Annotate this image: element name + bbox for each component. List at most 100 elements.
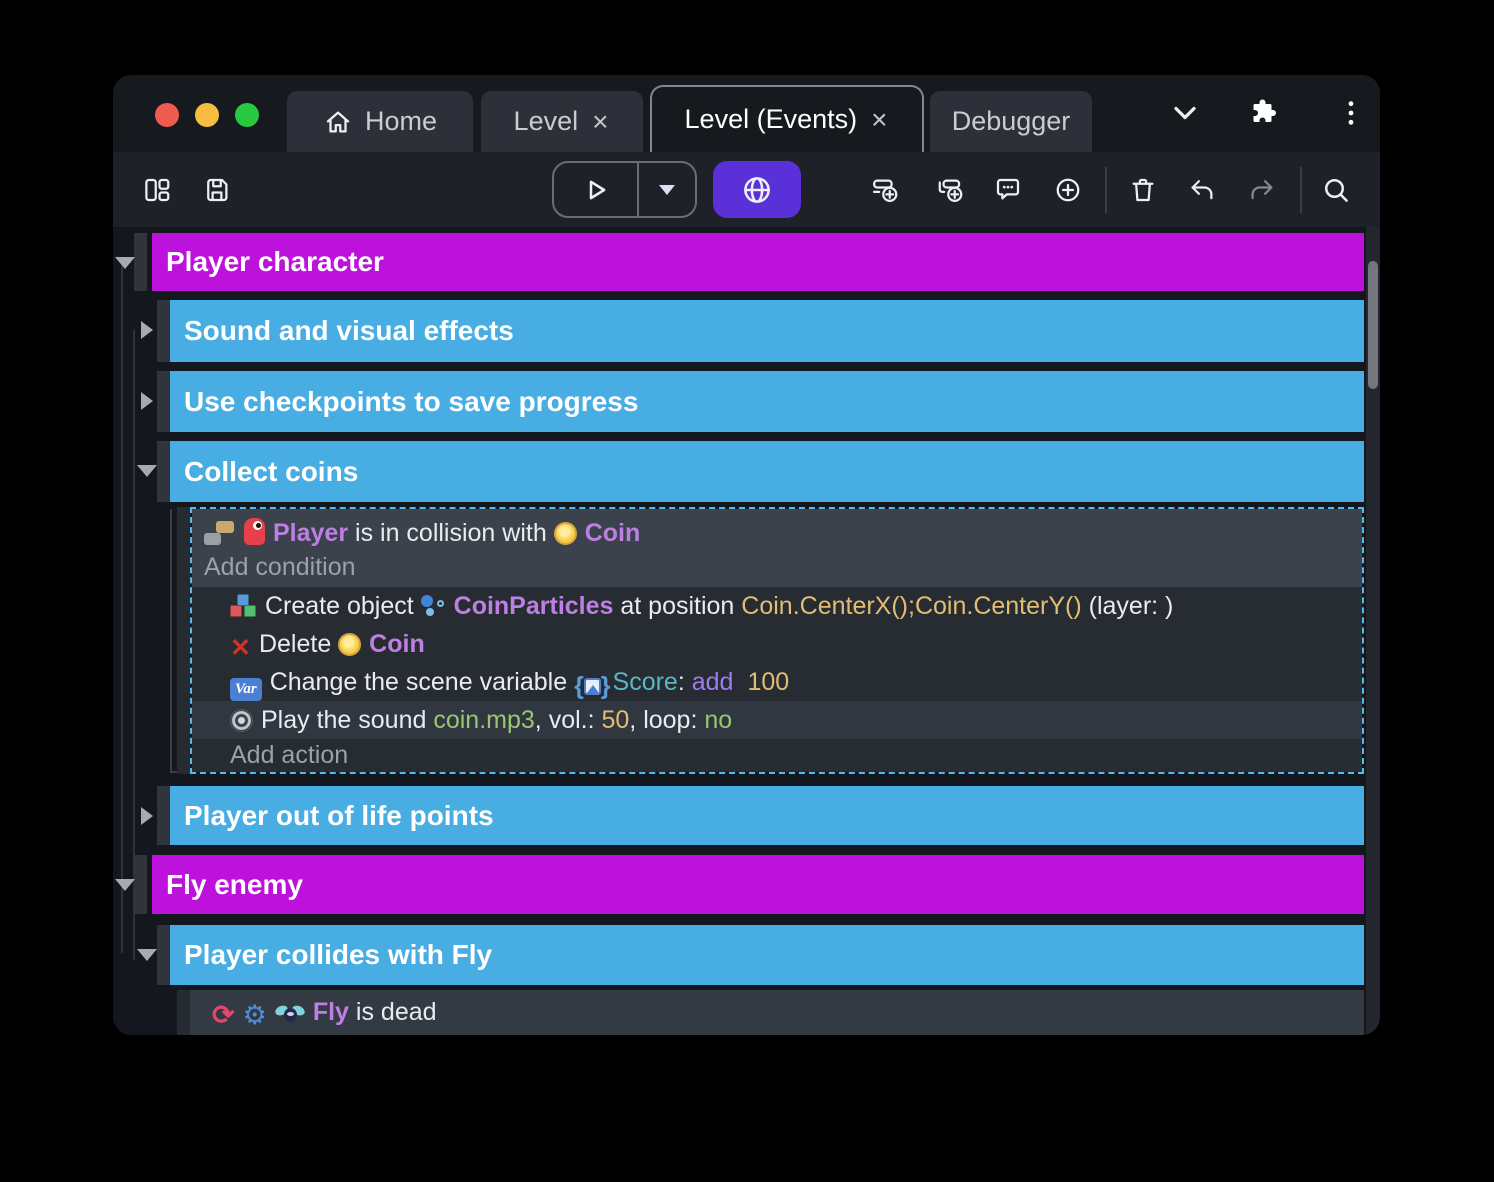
play-icon xyxy=(581,175,611,205)
object-name: Fly xyxy=(313,998,349,1026)
expand-arrow-icon[interactable] xyxy=(141,807,153,825)
respawn-arrows-icon xyxy=(212,993,235,1035)
collapse-arrow-icon[interactable] xyxy=(137,465,157,477)
fly-sprite-icon xyxy=(275,1004,305,1024)
speaker-icon xyxy=(230,709,253,732)
event-drag-handle[interactable] xyxy=(157,300,170,362)
tab-level[interactable]: Level × xyxy=(481,91,643,152)
traffic-light-minimize[interactable] xyxy=(195,103,219,127)
titlebar: Home Level × Level (Events) × Debugger xyxy=(113,75,1380,152)
tab-close-icon[interactable]: × xyxy=(869,106,889,134)
chevron-down-icon[interactable] xyxy=(1167,95,1203,131)
traffic-light-close[interactable] xyxy=(155,103,179,127)
action-create-object[interactable]: Create object CoinParticles at position … xyxy=(192,587,1362,625)
home-icon xyxy=(323,107,353,137)
boolean-value: no xyxy=(704,706,732,734)
event-drag-handle[interactable] xyxy=(157,441,170,502)
condition-text: is in collision with xyxy=(348,519,554,547)
project-structure-icon[interactable] xyxy=(142,175,172,205)
search-icon[interactable] xyxy=(1321,175,1351,205)
event-drag-handle[interactable] xyxy=(157,925,170,985)
add-comment-icon[interactable] xyxy=(993,175,1023,205)
condition-text: is dead xyxy=(349,998,437,1026)
extensions-puzzle-icon[interactable] xyxy=(1246,95,1282,131)
delete-icon[interactable] xyxy=(1128,175,1158,205)
preview-web-button[interactable] xyxy=(713,161,801,218)
collapse-arrow-icon[interactable] xyxy=(115,879,135,891)
add-event-icon[interactable] xyxy=(871,175,901,205)
group-title: Use checkpoints to save progress xyxy=(184,386,638,418)
subevent-guide xyxy=(170,509,172,773)
toolbar-divider xyxy=(1105,167,1107,213)
save-icon[interactable] xyxy=(202,175,232,205)
conditions-zone: Player is in collision with Coin Add con… xyxy=(192,509,1362,587)
play-button[interactable] xyxy=(554,163,639,216)
tab-label: Home xyxy=(365,106,437,137)
event-drag-handle[interactable] xyxy=(177,990,190,1035)
event-group-collect-coins[interactable]: Collect coins xyxy=(170,441,1364,502)
collapse-arrow-icon[interactable] xyxy=(137,949,157,961)
event-group-player-character[interactable]: Player character xyxy=(152,233,1364,291)
expand-arrow-icon[interactable] xyxy=(141,392,153,410)
events-sheet: Player character Sound and visual effect… xyxy=(113,227,1380,1035)
action-change-variable[interactable]: VarChange the scene variable Score: add1… xyxy=(192,663,1362,701)
scrollbar-thumb[interactable] xyxy=(1368,261,1378,389)
object-name: CoinParticles xyxy=(454,592,614,620)
desktop-background: Home Level × Level (Events) × Debugger xyxy=(0,0,1494,1182)
collapse-arrow-icon[interactable] xyxy=(115,257,135,269)
variable-name: Score xyxy=(613,668,678,696)
tab-debugger[interactable]: Debugger xyxy=(930,91,1092,152)
group-title: Sound and visual effects xyxy=(184,315,514,347)
event-drag-handle[interactable] xyxy=(157,786,170,845)
play-options-button[interactable] xyxy=(639,163,695,216)
collision-icon xyxy=(204,521,236,545)
tab-level-events[interactable]: Level (Events) × xyxy=(650,85,924,152)
traffic-light-zoom[interactable] xyxy=(235,103,259,127)
tab-label: Level xyxy=(514,106,579,137)
number-value: 50 xyxy=(601,706,629,734)
action-text: Change the scene variable xyxy=(270,668,574,696)
undo-icon[interactable] xyxy=(1187,175,1217,205)
group-title: Collect coins xyxy=(184,456,358,488)
event-group-collides-fly[interactable]: Player collides with Fly xyxy=(170,925,1364,985)
event-drag-handle[interactable] xyxy=(134,233,147,291)
delete-x-icon xyxy=(230,629,251,667)
condition-row[interactable]: Player is in collision with Coin xyxy=(192,509,1362,551)
add-more-icon[interactable] xyxy=(1053,175,1083,205)
more-menu-icon[interactable] xyxy=(1335,97,1367,129)
event-drag-handle[interactable] xyxy=(157,371,170,432)
action-text: Delete xyxy=(259,630,338,658)
add-subevent-icon[interactable] xyxy=(936,175,966,205)
event-group-out-of-life[interactable]: Player out of life points xyxy=(170,786,1364,845)
operator-value: add xyxy=(692,668,734,696)
action-text: Play the sound xyxy=(261,706,433,734)
object-name: Coin xyxy=(585,519,641,547)
play-button-group xyxy=(552,161,697,218)
tab-home[interactable]: Home xyxy=(287,91,473,152)
action-text: , vol.: xyxy=(535,706,602,734)
redo-icon[interactable] xyxy=(1247,175,1277,205)
actions-zone: Create object CoinParticles at position … xyxy=(192,587,1362,772)
group-title: Player out of life points xyxy=(184,800,494,832)
event-group-sound-effects[interactable]: Sound and visual effects xyxy=(170,300,1364,362)
event-drag-handle[interactable] xyxy=(177,507,190,774)
toolbar-divider xyxy=(1300,167,1302,213)
add-action-link[interactable]: Add action xyxy=(192,739,1362,771)
coin-icon xyxy=(554,522,577,545)
action-play-sound[interactable]: Play the sound coin.mp3, vol.: 50, loop:… xyxy=(192,701,1362,739)
condition-fly-is-dead[interactable]: Fly is dead xyxy=(190,990,1364,1035)
action-delete-coin[interactable]: Delete Coin xyxy=(192,625,1362,663)
event-coin-collision[interactable]: Player is in collision with Coin Add con… xyxy=(190,507,1364,774)
event-group-checkpoints[interactable]: Use checkpoints to save progress xyxy=(170,371,1364,432)
player-sprite-icon xyxy=(244,518,265,545)
create-object-icon xyxy=(230,594,257,618)
globe-icon xyxy=(740,173,774,207)
tab-close-icon[interactable]: × xyxy=(590,108,610,136)
object-name: Coin xyxy=(369,630,425,658)
add-condition-link[interactable]: Add condition xyxy=(192,551,1362,583)
event-group-fly-enemy[interactable]: Fly enemy xyxy=(152,855,1364,914)
expand-arrow-icon[interactable] xyxy=(141,321,153,339)
expression-value: Coin.CenterX();Coin.CenterY() xyxy=(741,592,1081,620)
event-drag-handle[interactable] xyxy=(134,855,147,914)
file-name: coin.mp3 xyxy=(433,706,534,734)
